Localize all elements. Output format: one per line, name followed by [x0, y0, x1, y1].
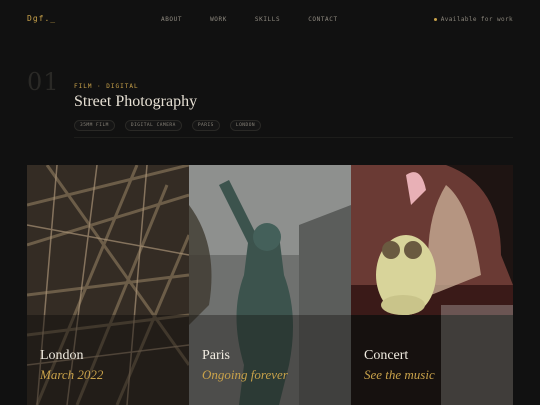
card-title: Concert: [364, 348, 409, 363]
gallery-card-paris[interactable]: Paris Ongoing forever: [189, 165, 351, 405]
availability-label: Available for work: [440, 16, 513, 23]
gallery-card-concert[interactable]: Concert See the music: [351, 165, 513, 405]
nav-link-skills[interactable]: SKILLS: [255, 16, 280, 23]
card-title: Paris: [202, 348, 230, 363]
section-title: Street Photography: [74, 93, 198, 110]
section-header: 01 FILM · DIGITAL Street Photography 35M…: [0, 60, 540, 140]
section-divider: [74, 137, 513, 138]
availability-status: Available for work: [433, 16, 513, 23]
tag-london: LONDON: [229, 120, 262, 131]
site-logo[interactable]: Dgf._: [27, 14, 56, 23]
nav-link-about[interactable]: ABOUT: [161, 16, 182, 23]
section-kicker: FILM · DIGITAL: [74, 83, 139, 90]
card-title: London: [40, 348, 84, 363]
photo-gallery: London March 2022 Paris Ongoing forever: [27, 165, 513, 405]
card-subtitle: Ongoing forever: [202, 367, 288, 382]
gallery-card-london[interactable]: London March 2022: [27, 165, 189, 405]
tag-paris: PARIS: [191, 120, 220, 131]
status-dot-icon: [433, 18, 437, 21]
card-subtitle: See the music: [364, 367, 435, 382]
tag-list: 35MM FILM DIGITAL CAMERA PARIS LONDON: [74, 120, 271, 131]
card-subtitle: March 2022: [40, 367, 104, 382]
nav-links: ABOUT WORK SKILLS CONTACT: [161, 16, 366, 23]
tag-digital-camera: DIGITAL CAMERA: [124, 120, 182, 131]
section-number: 01: [27, 68, 60, 96]
nav-link-work[interactable]: WORK: [210, 16, 227, 23]
nav-link-contact[interactable]: CONTACT: [308, 16, 338, 23]
tag-35mm-film: 35MM FILM: [74, 120, 115, 131]
top-navigation: Dgf._ ABOUT WORK SKILLS CONTACT Availabl…: [0, 0, 540, 40]
